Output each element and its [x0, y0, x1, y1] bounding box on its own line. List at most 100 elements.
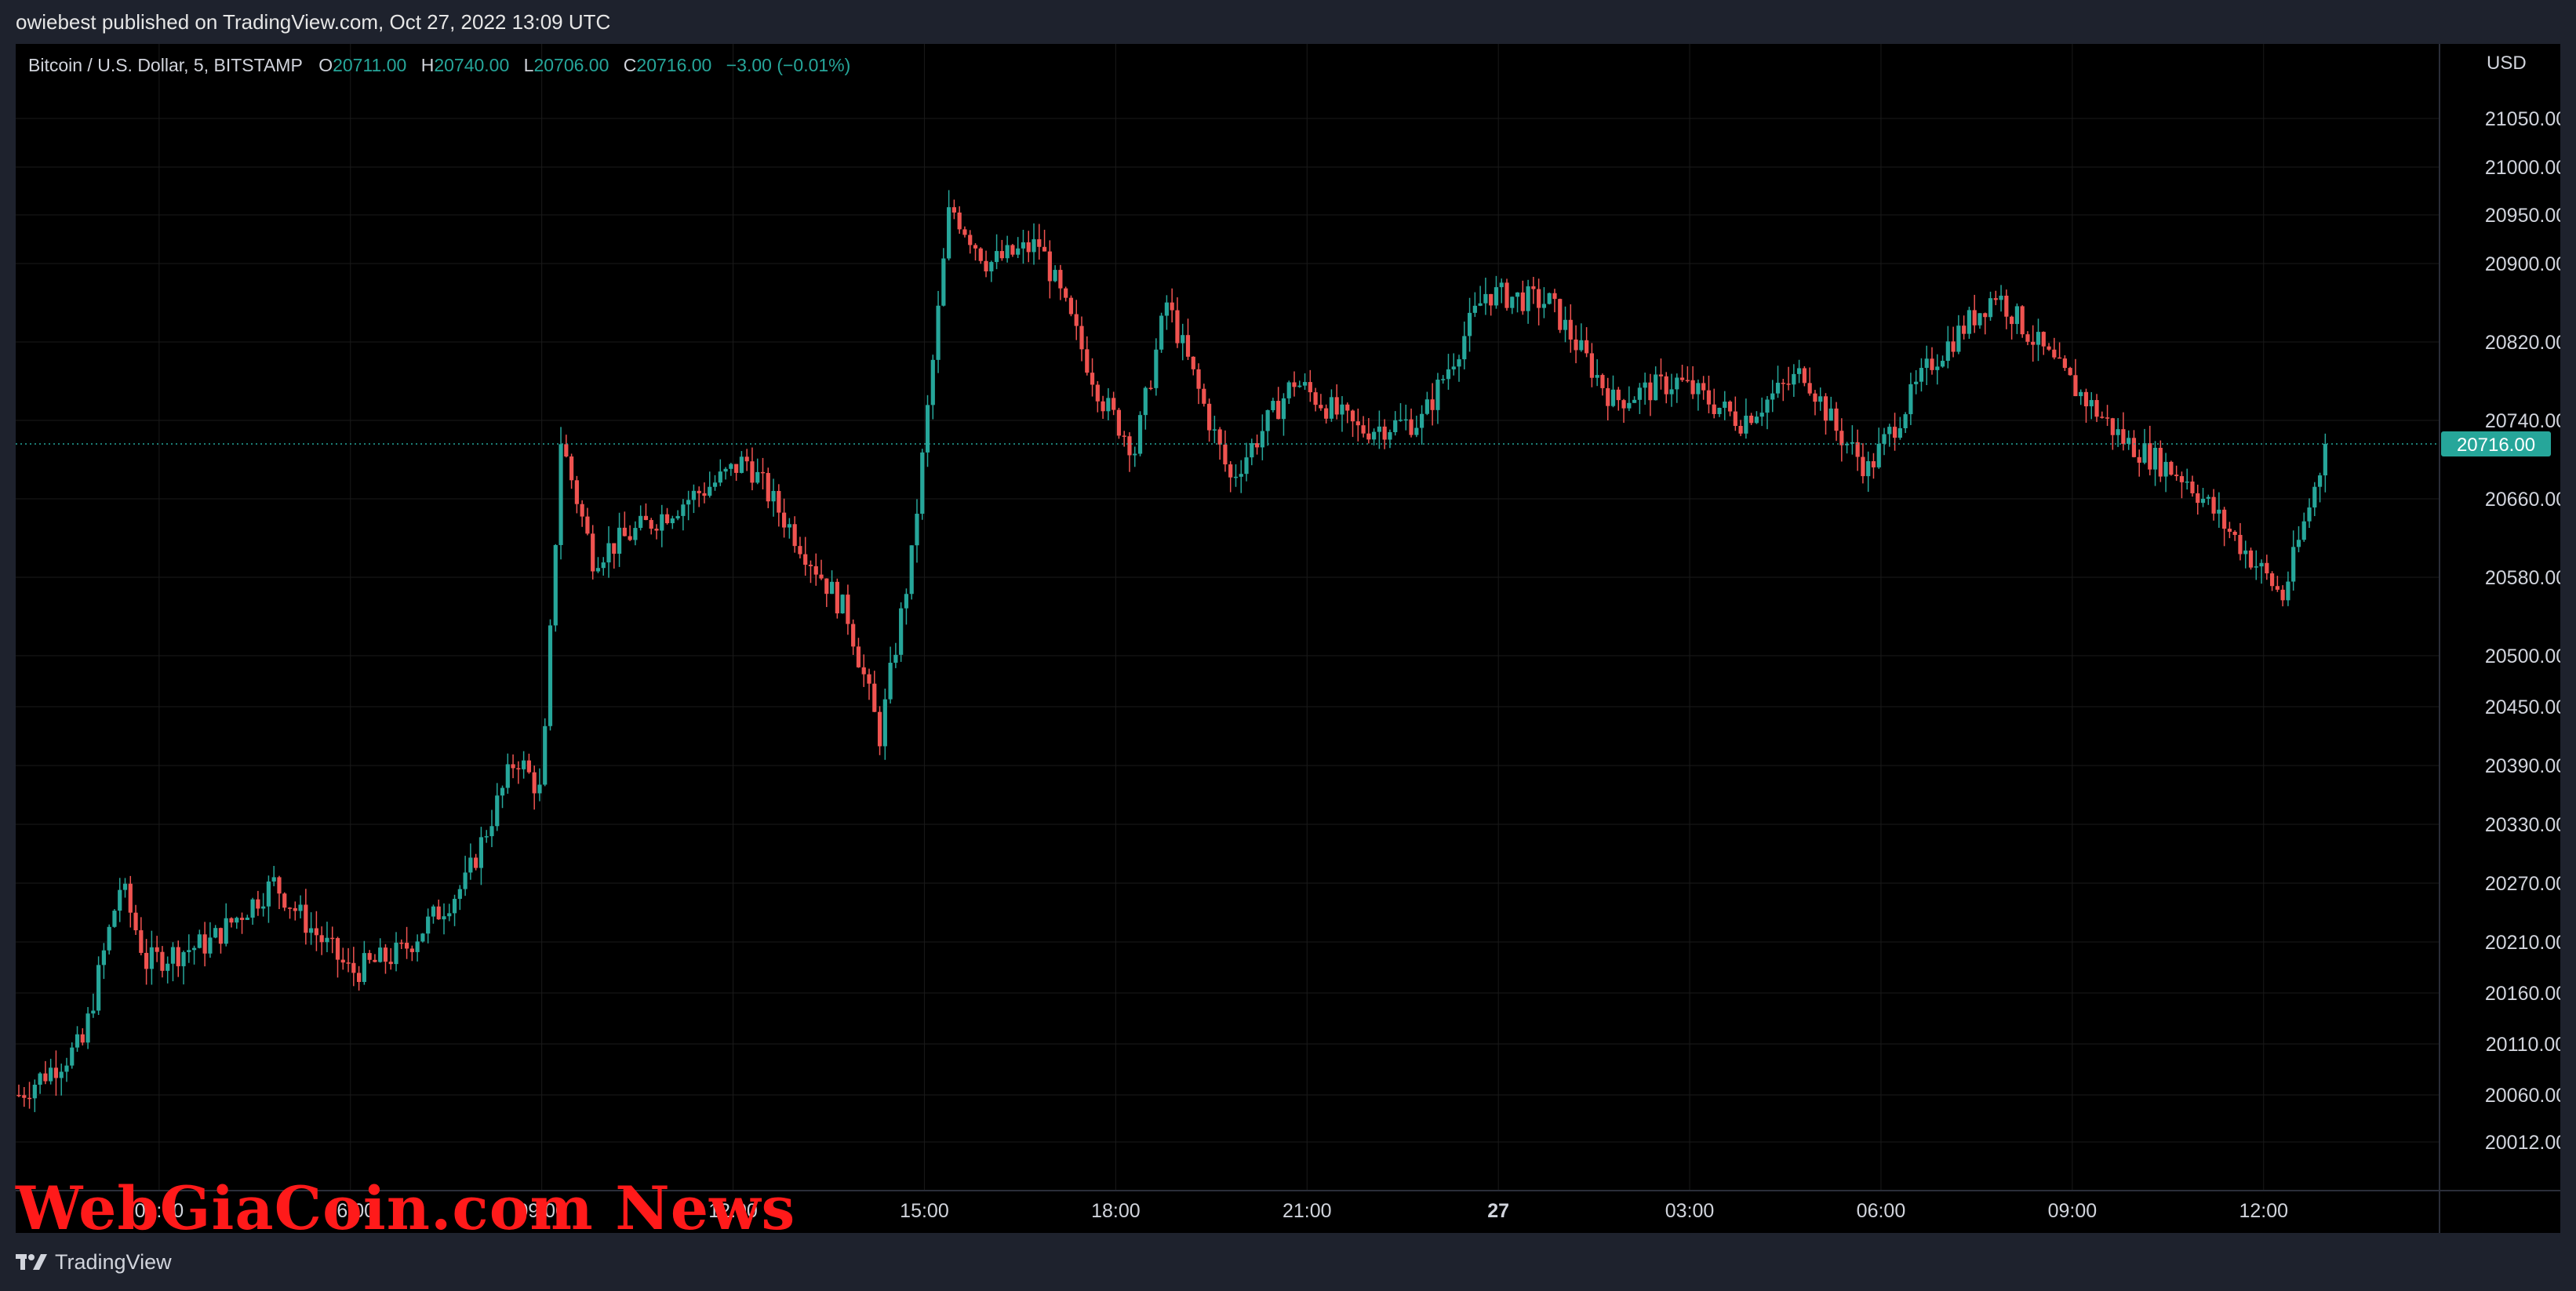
candle-body — [1382, 426, 1387, 440]
tradingview-brand[interactable]: TradingView — [16, 1250, 172, 1275]
candle-body — [808, 565, 813, 566]
candle-body — [1053, 270, 1057, 282]
candle-body — [1329, 397, 1334, 419]
candle-body — [612, 543, 617, 554]
candle-body — [829, 581, 835, 595]
candle-body — [383, 947, 388, 962]
y-tick-label: 20740.00 — [2485, 410, 2560, 432]
candle-body — [2185, 481, 2189, 483]
candle-body — [803, 554, 808, 565]
chart-area[interactable]: 21050.00 21000.00 20950.00 20900.00 20820.00… — [16, 44, 2560, 1243]
candle-body — [436, 906, 441, 920]
candle-body — [1930, 358, 1934, 370]
candle-body — [1196, 369, 1201, 389]
candle-body — [468, 857, 473, 873]
candle-body — [91, 1010, 96, 1014]
candle-body — [2254, 566, 2258, 568]
candle-body — [409, 948, 414, 952]
candle-body — [101, 950, 106, 966]
candle-body — [643, 515, 649, 520]
y-tick-label: 20390.00 — [2485, 755, 2560, 777]
candle-body — [351, 962, 356, 973]
candle-body — [1706, 390, 1712, 405]
candle-body — [1690, 380, 1695, 395]
candle-body — [1217, 429, 1222, 445]
candle-body — [1866, 461, 1871, 477]
candle-body — [335, 938, 340, 960]
candle-body — [149, 947, 154, 969]
y-tick-label: 20012.00 — [2485, 1132, 2560, 1154]
candle-body — [771, 490, 776, 502]
candle-body — [569, 456, 574, 481]
candle-body — [463, 872, 468, 889]
candle-body — [2217, 509, 2221, 514]
candle-body — [1792, 373, 1796, 385]
candle-body — [2169, 461, 2174, 475]
candle-body — [2131, 438, 2137, 457]
candle-body — [2243, 550, 2248, 555]
candle-body — [978, 248, 983, 261]
candle-body — [1154, 349, 1159, 388]
candle-body — [861, 667, 866, 675]
candle-body — [1504, 282, 1509, 308]
candle-body — [1696, 383, 1701, 395]
candle-body — [511, 764, 515, 769]
candle-body — [2004, 295, 2009, 317]
y-tick-label: 20660.00 — [2485, 489, 2560, 511]
candle-body — [1074, 314, 1079, 326]
candle-body — [1308, 382, 1312, 393]
candle-body — [2307, 507, 2312, 522]
y-tick-label: 20580.00 — [2485, 567, 2560, 589]
candle-body — [2206, 496, 2210, 499]
candle-body — [835, 581, 839, 614]
legend-close-key: C — [623, 55, 637, 75]
candle-body — [2127, 438, 2131, 444]
candle-body — [2148, 443, 2152, 470]
y-tick-label: 21050.00 — [2485, 108, 2560, 130]
candle-body — [1181, 335, 1185, 344]
candle-body — [442, 916, 446, 920]
candle-body — [580, 504, 584, 517]
candle-body — [1834, 408, 1839, 431]
candle-body — [1876, 443, 1881, 467]
candle-body — [1967, 310, 1972, 334]
tradingview-label: TradingView — [55, 1249, 172, 1274]
candle-body — [22, 1095, 27, 1098]
legend-open: 20711.00 — [333, 55, 407, 75]
candle-body — [739, 456, 744, 473]
candle-body — [1430, 399, 1435, 410]
candle-body — [2291, 547, 2296, 582]
y-tick-label: 20500.00 — [2485, 646, 2560, 667]
candle-body — [1685, 380, 1690, 382]
candle-body — [558, 444, 563, 545]
y-tick-label: 20270.00 — [2485, 873, 2560, 895]
y-tick-label: 20450.00 — [2485, 696, 2560, 718]
candle-body — [1403, 419, 1408, 421]
candle-body — [2041, 332, 2046, 347]
candle-body — [2010, 316, 2014, 325]
candle-body — [1701, 383, 1706, 391]
candlestick-chart[interactable]: 21050.00 21000.00 20950.00 20900.00 20820.00… — [16, 44, 2560, 1233]
candle-body — [660, 514, 664, 531]
candle-body — [1175, 310, 1180, 344]
candle-body — [1648, 382, 1653, 401]
candle-body — [702, 493, 707, 496]
candle-body — [2227, 529, 2232, 532]
candle-body — [27, 1097, 32, 1100]
candle-body — [1143, 387, 1148, 416]
candle-body — [239, 918, 245, 920]
candle-body — [1919, 368, 1924, 382]
x-tick-label: 18:00 — [1091, 1200, 1141, 1222]
candle-body — [367, 953, 372, 960]
candle-body — [1637, 387, 1642, 400]
candle-body — [224, 918, 228, 944]
candle-body — [962, 229, 967, 235]
candle-body — [1892, 427, 1897, 438]
candle-body — [2265, 562, 2269, 573]
candle-body — [1112, 398, 1116, 410]
candle-body — [1047, 251, 1052, 282]
candle-body — [1467, 312, 1472, 336]
chart-legend: Bitcoin / U.S. Dollar, 5, BITSTAMP O2071… — [28, 55, 860, 76]
candle-body — [777, 490, 781, 513]
candle-body — [877, 711, 882, 747]
